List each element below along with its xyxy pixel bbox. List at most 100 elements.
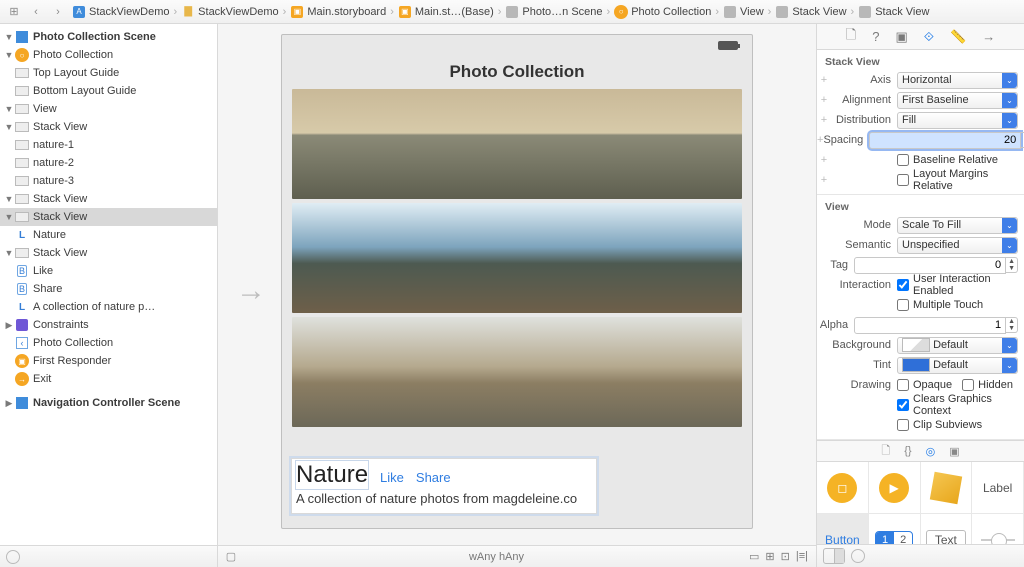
trait-plus-icon[interactable]: + <box>817 174 831 186</box>
image-nature-3[interactable] <box>292 317 742 427</box>
selected-stack-view[interactable]: Nature Like Share A collection of nature… <box>291 458 597 514</box>
mode-popup[interactable]: Scale To Fill⌄ <box>897 217 1018 234</box>
lib-item-textfield[interactable]: Text <box>921 514 973 545</box>
crumb-storyboard[interactable]: ▣Main.storyboard <box>288 5 388 19</box>
image-nature-2[interactable] <box>292 203 742 313</box>
crumb-stackview-1[interactable]: Stack View <box>773 5 848 19</box>
lib-item-button[interactable]: Button <box>817 514 869 545</box>
nav-forward-button[interactable]: › <box>48 3 68 21</box>
lib-item[interactable]: ▶ <box>869 462 921 514</box>
crumb-stackview-2[interactable]: Stack View <box>856 5 931 19</box>
file-inspector-tab[interactable]: 🗋 <box>846 26 856 48</box>
outline-row[interactable]: nature-2 <box>0 154 217 172</box>
multiple-touch-checkbox[interactable]: Multiple Touch <box>897 296 1018 314</box>
share-button[interactable]: Share <box>416 470 451 485</box>
axis-popup[interactable]: Horizontal⌄ <box>897 72 1018 89</box>
disclosure-icon[interactable]: ▼ <box>4 32 14 42</box>
crumb-project[interactable]: AStackViewDemo <box>70 5 172 19</box>
crumb-view[interactable]: View <box>721 5 766 19</box>
disclosure-icon[interactable]: ▼ <box>4 194 14 204</box>
outline-row[interactable]: BShare <box>0 280 217 298</box>
size-class-control[interactable]: wAny hAny <box>244 551 749 563</box>
outline-row[interactable]: nature-3 <box>0 172 217 190</box>
canvas[interactable]: → Photo Collection Nature Like Share A c… <box>218 24 816 567</box>
scene-canvas[interactable]: Photo Collection Nature Like Share A col… <box>281 34 753 529</box>
resolve-tool-icon[interactable]: ⊡ <box>781 550 790 563</box>
baseline-relative-checkbox[interactable]: Baseline Relative <box>897 151 1018 169</box>
disclosure-icon[interactable]: ▼ <box>4 248 14 258</box>
crumb-scene[interactable]: Photo…n Scene <box>503 5 604 19</box>
outline-row[interactable]: ▼Stack View <box>0 190 217 208</box>
alpha-field[interactable]: ▲▼ <box>854 316 1018 334</box>
lib-item-label[interactable]: Label <box>972 462 1024 514</box>
alignment-popup[interactable]: First Baseline⌄ <box>897 92 1018 109</box>
outline-row[interactable]: →Exit <box>0 370 217 388</box>
outline-row[interactable]: ▼View <box>0 100 217 118</box>
disclosure-icon[interactable]: ▼ <box>4 50 14 60</box>
outline-row[interactable]: ‹Photo Collection <box>0 334 217 352</box>
outline-row[interactable]: LNature <box>0 226 217 244</box>
trait-plus-icon[interactable]: + <box>817 94 831 106</box>
tint-popup[interactable]: Default⌄ <box>897 357 1018 374</box>
crumb-base[interactable]: ▣Main.st…(Base) <box>396 5 496 19</box>
outline-row[interactable]: nature-1 <box>0 136 217 154</box>
disclosure-icon[interactable]: ▼ <box>4 122 14 132</box>
lib-item-segmented[interactable]: 12 <box>869 514 921 545</box>
tag-field[interactable]: ▲▼ <box>854 256 1018 274</box>
distribution-popup[interactable]: Fill⌄ <box>897 112 1018 129</box>
related-items-icon[interactable]: ⊞ <box>4 3 24 21</box>
outline-row[interactable]: ▶Navigation Controller Scene <box>0 394 217 412</box>
outline-row[interactable]: ▣First Responder <box>0 352 217 370</box>
outline-row-selected[interactable]: ▼Stack View <box>0 208 217 226</box>
like-button[interactable]: Like <box>380 470 404 485</box>
media-library-tab[interactable]: ▣ <box>949 445 959 458</box>
size-inspector-tab[interactable]: 📏 <box>950 29 966 45</box>
clears-graphics-checkbox[interactable]: Clears Graphics Context <box>897 396 1018 414</box>
outline-row[interactable]: ▼○Photo Collection <box>0 46 217 64</box>
outline-row[interactable]: ▼Photo Collection Scene <box>0 28 217 46</box>
object-library-tab[interactable]: ◎ <box>926 445 936 458</box>
lib-item[interactable]: ◻ <box>817 462 869 514</box>
connections-inspector-tab[interactable]: → <box>982 29 995 44</box>
outline-row[interactable]: Bottom Layout Guide <box>0 82 217 100</box>
lib-item[interactable] <box>921 462 973 514</box>
outline-row[interactable]: LA collection of nature p… <box>0 298 217 316</box>
disclosure-icon[interactable]: ▼ <box>4 104 14 114</box>
filter-icon[interactable] <box>6 550 20 564</box>
lib-item-slider[interactable] <box>972 514 1024 545</box>
library-view-toggle[interactable] <box>823 548 845 564</box>
nav-back-button[interactable]: ‹ <box>26 3 46 21</box>
trait-plus-icon[interactable]: + <box>817 154 831 166</box>
outline-row[interactable]: BLike <box>0 262 217 280</box>
disclosure-icon[interactable]: ▶ <box>4 320 14 331</box>
description-label[interactable]: A collection of nature photos from magde… <box>292 491 596 506</box>
opaque-checkbox[interactable]: Opaque <box>897 376 952 394</box>
pin-tool-icon[interactable]: ⊞ <box>765 550 774 563</box>
object-library-grid[interactable]: ◻ ▶ Label Button 12 Text <box>817 462 1024 545</box>
hidden-checkbox[interactable]: Hidden <box>962 376 1013 394</box>
background-popup[interactable]: Default⌄ <box>897 337 1018 354</box>
outline-tree[interactable]: ▼Photo Collection Scene ▼○Photo Collecti… <box>0 24 217 545</box>
semantic-popup[interactable]: Unspecified⌄ <box>897 237 1018 254</box>
layout-margins-checkbox[interactable]: Layout Margins Relative <box>897 171 1018 189</box>
spacing-field[interactable]: ▲▼ <box>869 131 1024 149</box>
outline-toggle-icon[interactable]: ▢ <box>218 550 244 563</box>
crumb-folder[interactable]: ▇StackViewDemo <box>179 5 281 19</box>
outline-row[interactable]: ▼Stack View <box>0 118 217 136</box>
trait-plus-icon[interactable]: + <box>817 114 831 126</box>
embed-tool-icon[interactable]: |≡| <box>796 550 808 563</box>
disclosure-icon[interactable]: ▶ <box>4 398 14 409</box>
filter-icon[interactable] <box>851 549 865 563</box>
user-interaction-checkbox[interactable]: User Interaction Enabled <box>897 276 1018 294</box>
help-inspector-tab[interactable]: ? <box>872 29 879 44</box>
attributes-inspector-tab[interactable]: ⟐ <box>924 29 934 45</box>
file-template-tab[interactable]: 🗋 <box>881 442 890 461</box>
outline-row[interactable]: Top Layout Guide <box>0 64 217 82</box>
identity-inspector-tab[interactable]: ▣ <box>895 29 907 45</box>
clip-subviews-checkbox[interactable]: Clip Subviews <box>897 416 1018 434</box>
crumb-viewcontroller[interactable]: ○Photo Collection <box>612 5 713 19</box>
nature-label[interactable]: Nature <box>296 461 368 489</box>
disclosure-icon[interactable]: ▼ <box>4 212 14 222</box>
outline-row[interactable]: ▼Stack View <box>0 244 217 262</box>
image-nature-1[interactable] <box>292 89 742 199</box>
